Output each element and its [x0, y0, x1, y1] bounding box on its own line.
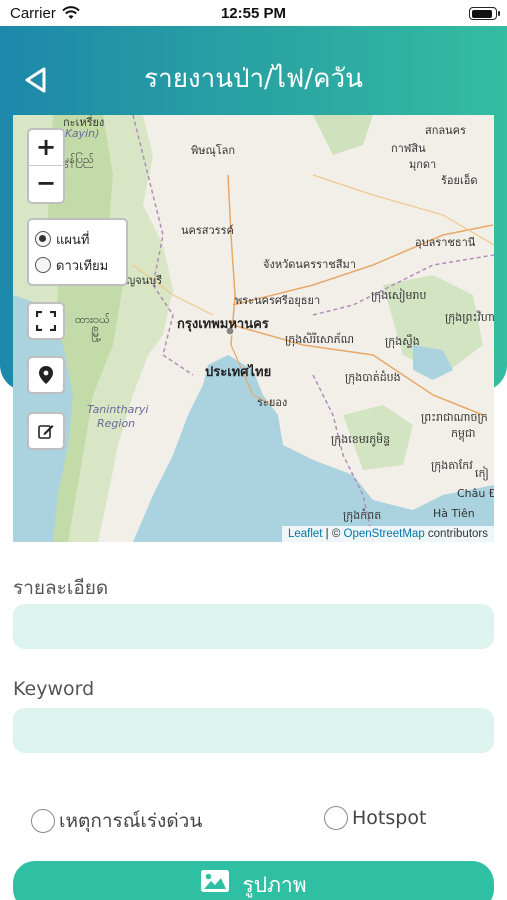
battery-fill — [471, 9, 492, 18]
layer-label: ดาวเทียม — [56, 258, 109, 274]
urgent-option[interactable]: เหตุการณ์เร่งด่วน — [31, 806, 202, 836]
fullscreen-icon — [36, 311, 56, 331]
map-label: นครสวรรค์ — [181, 224, 234, 237]
map-label: မွန်ပြည် — [63, 153, 94, 166]
map-label: Hà Tiên — [433, 507, 475, 520]
map-label: Kayin) — [65, 127, 100, 140]
leaflet-link[interactable]: Leaflet — [288, 528, 323, 540]
zoom-control: + − — [27, 128, 65, 204]
hotspot-option[interactable]: Hotspot — [324, 806, 426, 830]
osm-link[interactable]: OpenStreetMap — [344, 528, 425, 540]
map-label: ក្រុងបាត់ដំបង — [345, 371, 401, 384]
map-label: Châu Đốc — [457, 487, 494, 500]
map-label: ក្រុងព្រះវិហារ — [445, 311, 494, 324]
urgent-option-label: เหตุการณ์เร่งด่วน — [59, 810, 203, 832]
back-arrow-icon[interactable] — [18, 62, 54, 98]
detail-input[interactable] — [13, 604, 494, 649]
map-label: Tanintharyi — [87, 403, 149, 416]
map-label: ព្រះរាជាណាចក្រ — [421, 411, 488, 424]
battery-icon — [469, 7, 500, 20]
image-icon — [201, 870, 230, 892]
zoom-out-button[interactable]: − — [29, 166, 63, 202]
attribution-suffix: contributors — [424, 528, 488, 540]
keyword-label: Keyword — [13, 678, 95, 700]
map-view[interactable]: กะเหรี่ยง Kayin) မွန်ပြည် พิษณุโลก สกลนค… — [13, 115, 494, 542]
map-label: ประเทศไทย — [205, 365, 272, 380]
locate-button[interactable] — [27, 356, 65, 394]
map-label: ร้อยเอ็ด — [441, 174, 478, 187]
layer-option-satellite[interactable]: ดาวเทียม — [35, 252, 120, 278]
map-label: กรุงเทพมหานคร — [177, 317, 269, 332]
map-attribution: Leaflet | © OpenStreetMap contributors — [281, 526, 494, 542]
map-label: อุบลราชธานี — [415, 236, 476, 249]
map-label: ក្រុងសៀមរាប — [371, 289, 427, 302]
map-label: កៀ — [475, 467, 489, 480]
attribution-separator: | © — [322, 528, 344, 540]
photo-button[interactable]: รูปภาพ — [13, 861, 494, 900]
map-label: ក្រុងកំពត — [343, 509, 382, 522]
radio-icon[interactable] — [324, 806, 348, 830]
radio-icon[interactable] — [35, 257, 51, 273]
radio-icon[interactable] — [31, 809, 55, 833]
screen: Carrier 12:55 PM รายงานป่า/ไฟ/ควัน กะเหร… — [0, 0, 507, 900]
map-label: สกลนคร — [425, 124, 466, 137]
map-label: កម្ពុជា — [451, 427, 476, 440]
map-label: ក្រុងតាកែវ — [431, 459, 473, 472]
location-pin-icon — [39, 366, 53, 384]
keyword-input[interactable] — [13, 708, 494, 753]
radio-icon[interactable] — [35, 231, 51, 247]
status-bar: Carrier 12:55 PM — [0, 0, 507, 26]
map-label: พระนครศรีอยุธยา — [235, 294, 321, 307]
hotspot-option-label: Hotspot — [352, 807, 427, 829]
map-label: ក្រុងស្ទឹង — [385, 335, 420, 348]
map-label: พิษณุโลก — [191, 144, 236, 157]
detail-label: รายละเอียด — [13, 577, 109, 599]
layer-label: แผนที่ — [56, 232, 90, 248]
fullscreen-button[interactable] — [27, 302, 65, 340]
zoom-in-button[interactable]: + — [29, 130, 63, 166]
status-time: 12:55 PM — [220, 5, 287, 22]
photo-button-label: รูปภาพ — [242, 873, 307, 897]
draw-button[interactable] — [27, 412, 65, 450]
map-label: มุกดา — [409, 158, 437, 171]
map-label: Region — [97, 417, 136, 430]
page-title: รายงานป่า/ไฟ/ควัน — [144, 64, 363, 94]
map-label: ក្រុងសិរីសោភ័ណ — [285, 333, 355, 346]
map-label: မြို့ — [91, 327, 101, 340]
layer-option-map[interactable]: แผนที่ — [35, 226, 120, 252]
edit-icon — [38, 425, 54, 439]
map-label: จังหวัดนครราชสีมา — [263, 258, 356, 271]
map-label: ក្រុងខេមរភូមិន្ទ — [331, 433, 391, 446]
layer-switcher: แผนที่ ดาวเทียม — [27, 218, 128, 286]
map-label: ระยอง — [257, 396, 288, 409]
